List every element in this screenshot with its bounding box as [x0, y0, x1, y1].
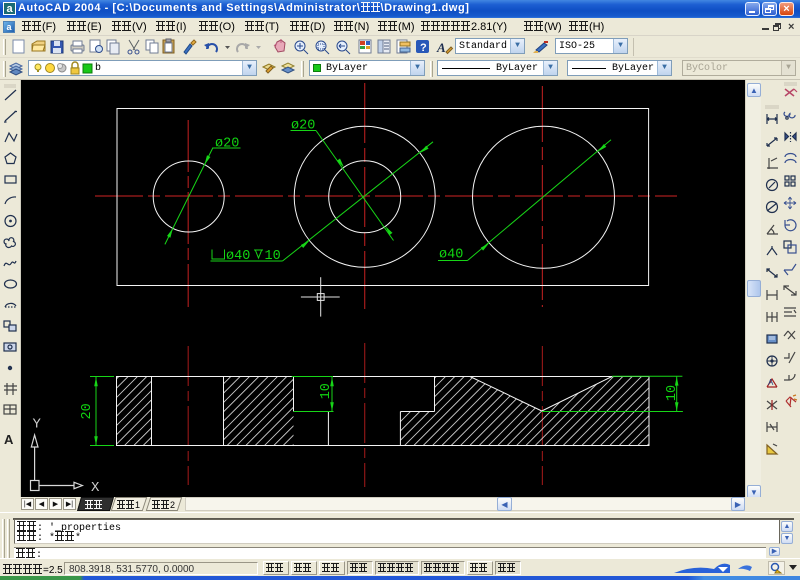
svg-text:X: X [91, 480, 100, 496]
svg-text:ø20: ø20 [291, 119, 315, 134]
svg-text:A: A [4, 432, 14, 447]
svg-text:20: 20 [80, 403, 95, 419]
svg-text:ø40: ø40 [439, 248, 463, 263]
svg-text:?: ? [420, 42, 427, 54]
svg-text:10: 10 [265, 249, 281, 264]
svg-text:A: A [436, 40, 446, 55]
svg-text:10: 10 [319, 383, 334, 399]
svg-text:ø20: ø20 [215, 137, 239, 152]
svg-text:Y: Y [33, 417, 42, 433]
svg-text:A: A [768, 378, 774, 387]
svg-text:ø40: ø40 [226, 249, 250, 264]
svg-text:10: 10 [665, 385, 680, 401]
